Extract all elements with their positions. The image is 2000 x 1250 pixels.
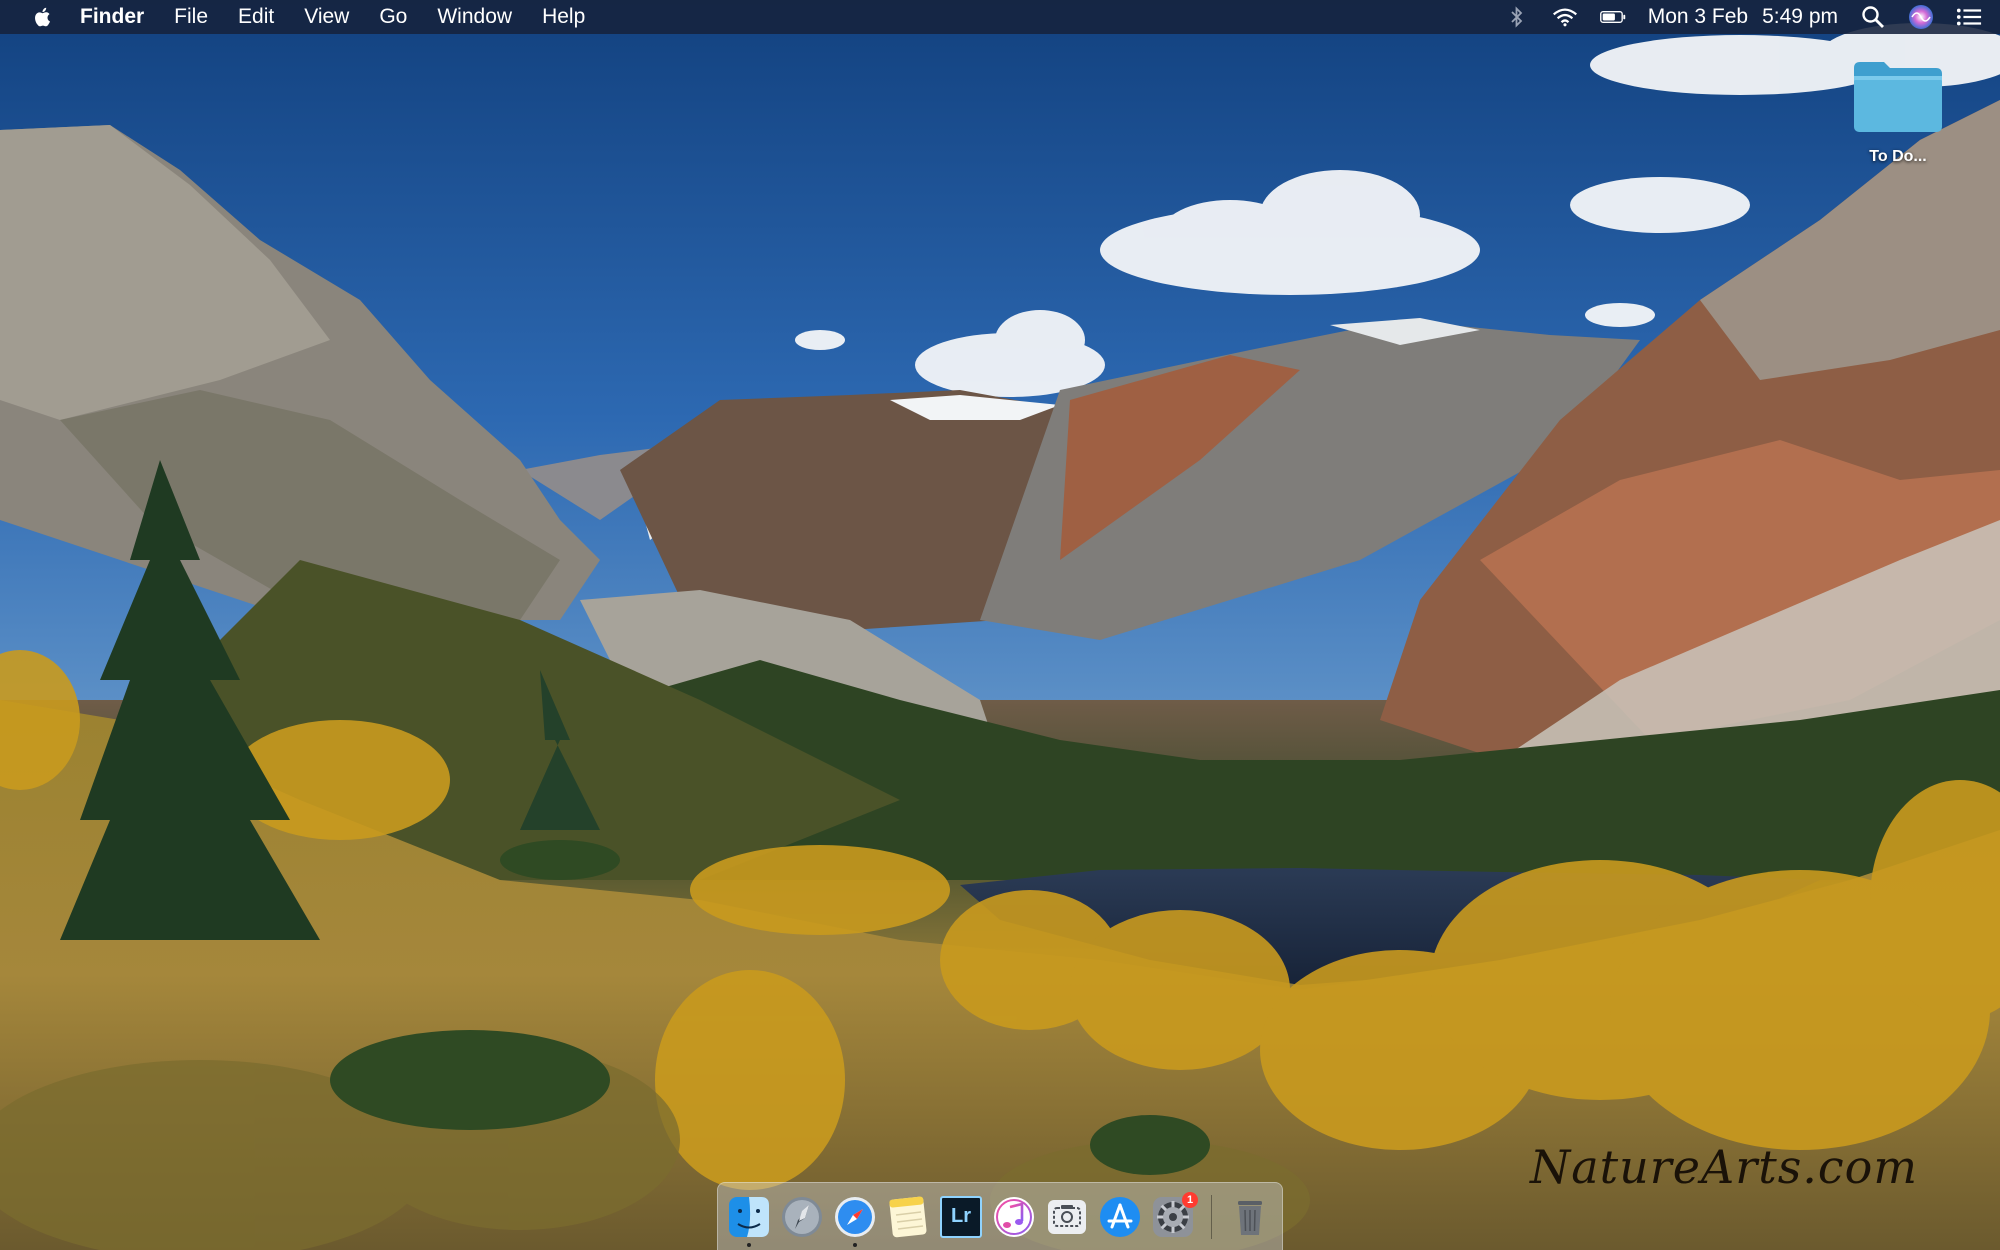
battery-icon[interactable] [1599,4,1626,30]
safari-icon [835,1196,875,1237]
menu-window[interactable]: Window [422,5,527,29]
dock-safari[interactable] [834,1196,876,1247]
running-indicator [853,1242,857,1247]
desktop[interactable]: Finder File Edit View Go Window Help Mon… [0,0,2000,1250]
dock-finder[interactable] [728,1196,770,1247]
dock-notes[interactable] [887,1196,929,1238]
watermark: NatureArts.com [1530,1140,1918,1194]
dock-system-preferences[interactable]: 1 [1152,1191,1198,1238]
dock: Lr 1 [717,1182,1283,1250]
menu-edit[interactable]: Edit [223,5,289,29]
dock-screenshot[interactable] [1046,1196,1088,1238]
notification-badge: 1 [1182,1191,1198,1208]
lightroom-icon: Lr [951,1205,971,1227]
itunes-icon [994,1196,1034,1237]
spotlight-icon[interactable] [1860,4,1886,30]
menu-bar: Finder File Edit View Go Window Help Mon… [0,0,2000,34]
folder-icon[interactable] [1850,58,1946,134]
menu-file[interactable]: File [159,5,223,29]
desktop-folder[interactable]: To Do... [1846,58,1950,166]
notification-center-icon[interactable] [1956,4,1982,30]
screenshot-icon [1048,1199,1086,1234]
dock-app-store[interactable] [1099,1196,1141,1238]
wifi-icon[interactable] [1552,4,1578,30]
dock-itunes[interactable] [993,1196,1035,1238]
dock-lightroom[interactable]: Lr [940,1195,982,1238]
menu-go[interactable]: Go [364,5,422,29]
folder-label[interactable]: To Do... [1869,148,1926,166]
dock-launchpad[interactable] [781,1196,823,1238]
wallpaper-landscape [0,0,2000,1250]
bluetooth-icon[interactable] [1504,4,1530,30]
finder-icon [729,1196,769,1237]
trash-icon [1238,1200,1262,1235]
menu-view[interactable]: View [289,5,364,29]
menu-app-name[interactable]: Finder [56,5,159,29]
dock-trash[interactable] [1229,1196,1271,1238]
launchpad-icon [782,1196,822,1237]
siri-icon[interactable] [1908,4,1934,30]
apple-icon[interactable] [30,4,56,30]
app-store-icon [1100,1196,1140,1237]
running-indicator [747,1242,751,1247]
menu-time[interactable]: 5:49 pm [1762,5,1838,29]
menu-help[interactable]: Help [527,5,600,29]
menu-date[interactable]: Mon 3 Feb [1648,5,1748,29]
notes-icon [889,1196,927,1237]
dock-separator [1211,1194,1212,1239]
